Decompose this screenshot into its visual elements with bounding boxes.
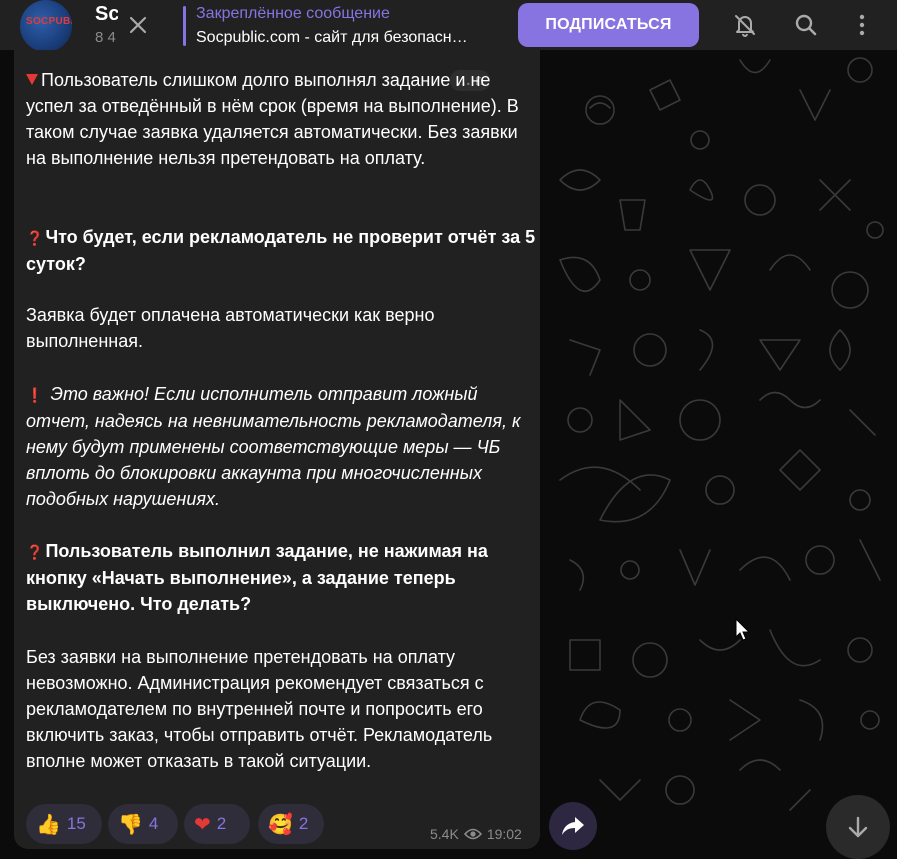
heart-icon: ❤ [194, 813, 211, 836]
message-note: ❗ Это важно! Если исполнитель отправит л… [26, 384, 521, 509]
reaction-count: 15 [66, 814, 86, 833]
subscribe-button[interactable]: ПОДПИСАТЬСЯ [518, 3, 699, 47]
smiling-face-hearts-icon: 🥰 [268, 813, 293, 836]
eye-icon [463, 828, 482, 840]
reaction-count: 4 [148, 814, 159, 833]
share-arrow-icon [562, 817, 584, 835]
reaction-count: 2 [216, 814, 227, 833]
mouse-cursor-icon [735, 618, 751, 641]
reaction-thumbs-down[interactable]: 👎 4 [108, 804, 178, 844]
thumbs-up-icon: 👍 [36, 813, 61, 836]
message-meta: 5.4K 19:02 [430, 826, 522, 842]
message-question: ❓ Что будет, если рекламодатель не провер… [26, 227, 536, 274]
reaction-heart[interactable]: ❤ 2 [184, 804, 250, 844]
mute-button[interactable] [725, 5, 765, 45]
close-icon [129, 16, 147, 34]
message-question: ❓ Пользователь выполнил задание, не нажим… [26, 541, 488, 614]
red-triangle-icon [26, 73, 38, 85]
message-answer: Без заявки на выполнение претендовать на… [26, 647, 493, 771]
exclamation-icon: ❗ [26, 387, 44, 403]
question-mark-icon: ❓ [26, 544, 44, 560]
more-vertical-icon [859, 14, 865, 36]
message-paragraph: Пользователь слишком долго выполнял зада… [26, 70, 519, 168]
bell-muted-icon [735, 15, 755, 37]
forward-button[interactable] [549, 802, 597, 850]
thumbs-down-icon: 👎 [118, 813, 143, 836]
channel-subtitle: 8 4 [95, 29, 116, 46]
more-menu-button[interactable] [842, 5, 882, 45]
message-answer: Заявка будет оплачена автоматически как … [26, 305, 435, 351]
search-icon [795, 14, 817, 36]
reaction-smiling-hearts[interactable]: 🥰 2 [258, 804, 324, 844]
reaction-count: 2 [298, 814, 309, 833]
channel-header: SOCPUBL Sc 8 4 Закреплённое сообщение So… [0, 0, 897, 52]
question-mark-icon: ❓ [26, 230, 44, 246]
close-pinned-button[interactable] [118, 5, 158, 45]
view-count: 5.4K [430, 826, 459, 842]
pinned-message-text[interactable]: Socpublic.com - сайт для безопасн… [196, 29, 468, 47]
avatar-logo-text: SOCPUBL [26, 16, 72, 27]
pinned-label[interactable]: Закреплённое сообщение [196, 5, 390, 23]
reaction-thumbs-up[interactable]: 👍 15 [26, 804, 102, 844]
search-button[interactable] [786, 5, 826, 45]
channel-title[interactable]: Sc [95, 3, 119, 26]
arrow-down-icon [848, 816, 868, 838]
channel-avatar[interactable]: SOCPUBL [20, 0, 72, 52]
scroll-down-button[interactable] [826, 795, 890, 859]
message-time: 19:02 [486, 826, 522, 842]
pinned-indicator [183, 6, 186, 46]
